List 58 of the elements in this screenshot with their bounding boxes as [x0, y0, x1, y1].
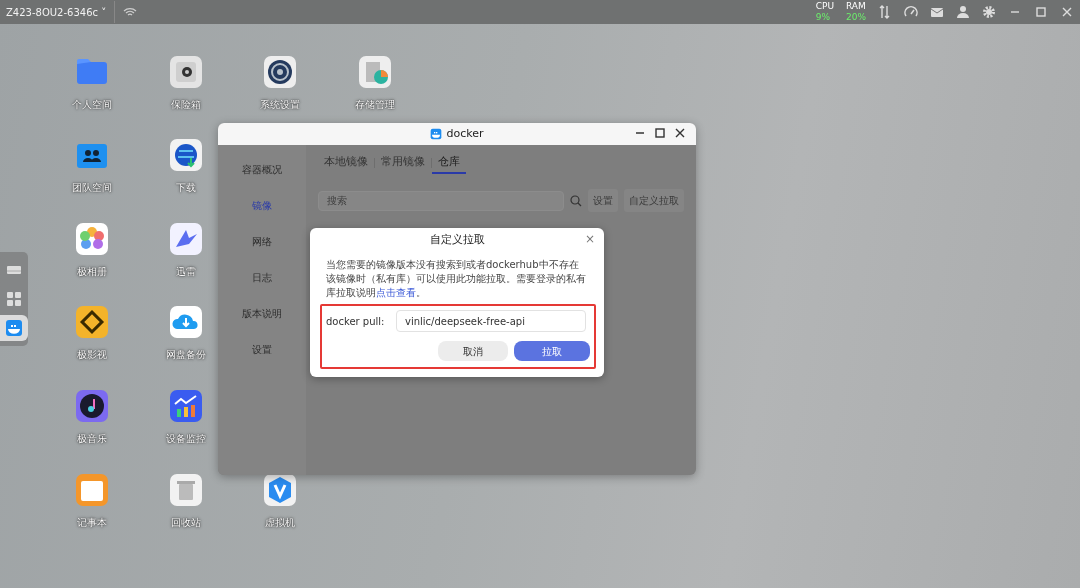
ram-label: RAM — [846, 1, 866, 12]
cpu-label: CPU — [815, 1, 834, 12]
sidebar-item[interactable]: 日志 — [246, 259, 278, 295]
notepad-icon[interactable] — [75, 473, 109, 507]
mail-icon[interactable] — [930, 5, 944, 19]
sidebar-item[interactable]: 版本说明 — [236, 295, 288, 331]
pie-chart-icon[interactable] — [358, 55, 392, 89]
app-label[interactable]: 下载 — [176, 180, 196, 195]
device-name[interactable]: Z423-8OU2-6346c ˅ — [6, 4, 107, 20]
app-label[interactable]: 设备监控 — [166, 431, 206, 446]
safe-icon[interactable] — [169, 55, 203, 89]
search-icon[interactable] — [570, 194, 582, 207]
tab[interactable]: 仓库 — [432, 152, 466, 174]
gauge-icon[interactable] — [904, 5, 918, 19]
app-label[interactable]: 存储管理 — [355, 97, 395, 112]
tab[interactable]: 本地镜像 — [318, 152, 374, 174]
close-button[interactable]: × — [581, 231, 598, 247]
search-field[interactable]: 搜索 — [318, 190, 564, 211]
globe-icon[interactable] — [169, 138, 203, 172]
app-label[interactable]: 迅雷 — [176, 264, 196, 279]
close-icon[interactable] — [674, 127, 686, 139]
transfer-icon[interactable] — [878, 5, 892, 19]
sidebar-item[interactable]: 镜像 — [246, 187, 278, 223]
bird-icon[interactable] — [169, 222, 203, 256]
grid-icon — [5, 290, 23, 308]
help-link[interactable]: 点击查看 — [376, 287, 416, 298]
settings-icon[interactable] — [982, 5, 996, 19]
toolbar-button[interactable]: 设置 — [588, 189, 618, 212]
user-icon[interactable] — [956, 5, 970, 19]
toolbar-button[interactable]: 自定义拉取 — [624, 189, 684, 212]
app-label[interactable]: 团队空间 — [72, 180, 112, 195]
sidebar-item[interactable]: 设置 — [246, 331, 278, 367]
maximize-icon[interactable] — [654, 127, 666, 139]
pull-button[interactable]: 拉取 — [514, 341, 590, 361]
cpu-usage: 9% — [815, 12, 830, 23]
sidebar-item[interactable]: 容器概况 — [236, 151, 288, 187]
description-text: 当您需要的镜像版本没有搜索到或者dockerhub中不存在该镜像时（私有库）可以使用此功能拉取。需要登录的私有库拉取说明点击查看。 — [325, 258, 587, 300]
app-label[interactable]: 保险箱 — [171, 97, 201, 112]
music-note-icon[interactable] — [75, 389, 109, 423]
flower-icon[interactable] — [75, 222, 109, 256]
cloud-icon[interactable] — [169, 305, 203, 339]
app-label[interactable]: 极音乐 — [77, 431, 107, 446]
pull-field[interactable]: vinlic/deepseek-free-api — [396, 310, 586, 332]
dock-item[interactable] — [0, 314, 28, 341]
wifi-icon — [123, 7, 138, 17]
app-label[interactable]: 记事本 — [77, 515, 107, 530]
window-title: docker — [446, 125, 484, 142]
bar-chart-icon[interactable] — [169, 389, 203, 423]
app-label[interactable]: 虚拟机 — [265, 515, 295, 530]
sidebar-item[interactable]: 网络 — [246, 223, 278, 259]
app-label[interactable]: 网盘备份 — [166, 347, 206, 362]
field-label: docker pull: — [326, 314, 386, 328]
trash-icon[interactable] — [169, 473, 203, 507]
cancel-button[interactable]: 取消 — [438, 341, 508, 361]
app-label[interactable]: 极相册 — [77, 264, 107, 279]
ram-usage: 20% — [846, 12, 866, 23]
dialog-title: 自定义拉取 — [429, 232, 485, 248]
app-label[interactable]: 回收站 — [171, 515, 201, 530]
